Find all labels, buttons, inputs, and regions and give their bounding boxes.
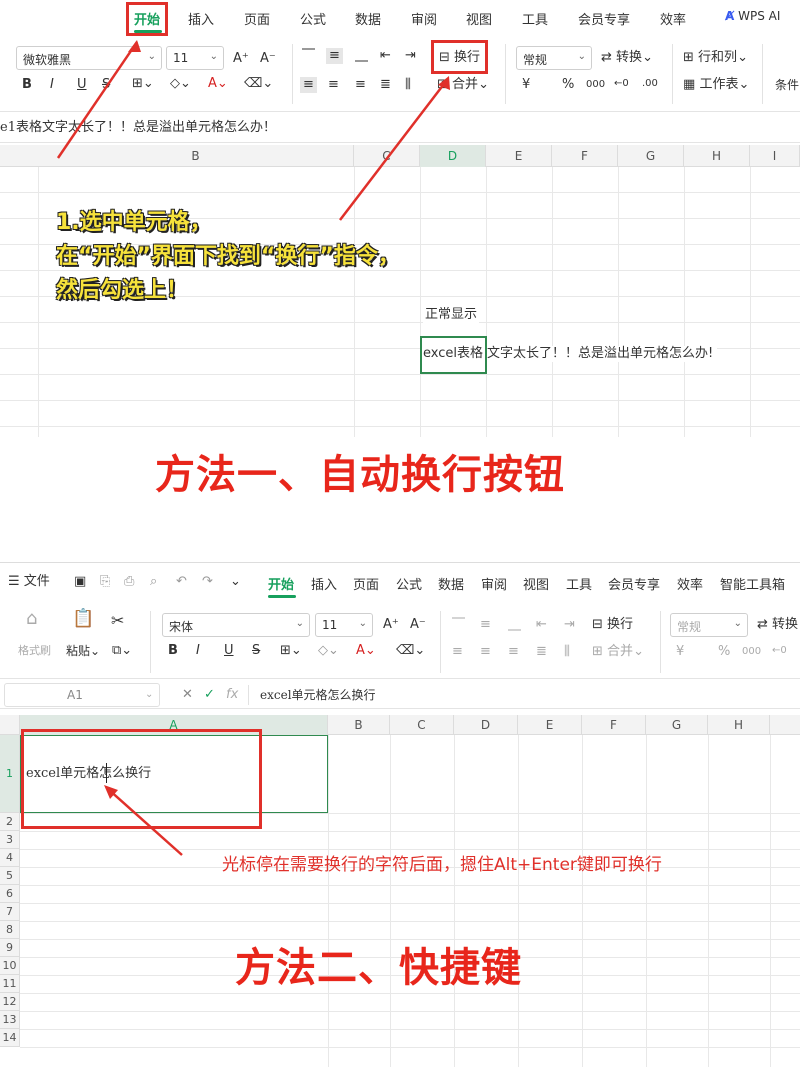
shortcut-caption: 光标停在需要换行的字符后面，摁住Alt+Enter键即可换行 <box>222 855 662 875</box>
arrow-head-icon <box>128 40 141 52</box>
arrow-to-cursor <box>107 788 183 856</box>
method-two-title: 方法二、快捷键 <box>235 945 522 991</box>
bottom-screenshot: ☰ 文件 ▣ ⎘ ⎙ ⌕ ↶ ↷ ⌄ 开始 插入 页面 公式 数据 审阅 视图 … <box>0 562 800 1067</box>
arrow-to-wrap <box>339 79 448 221</box>
arrow-to-home-tab <box>56 41 139 159</box>
annotation-arrows <box>56 40 450 221</box>
top-screenshot: 开始 插入 页面 公式 数据 审阅 视图 工具 会员专享 效率 Ⱥ WPS AI… <box>0 0 800 548</box>
